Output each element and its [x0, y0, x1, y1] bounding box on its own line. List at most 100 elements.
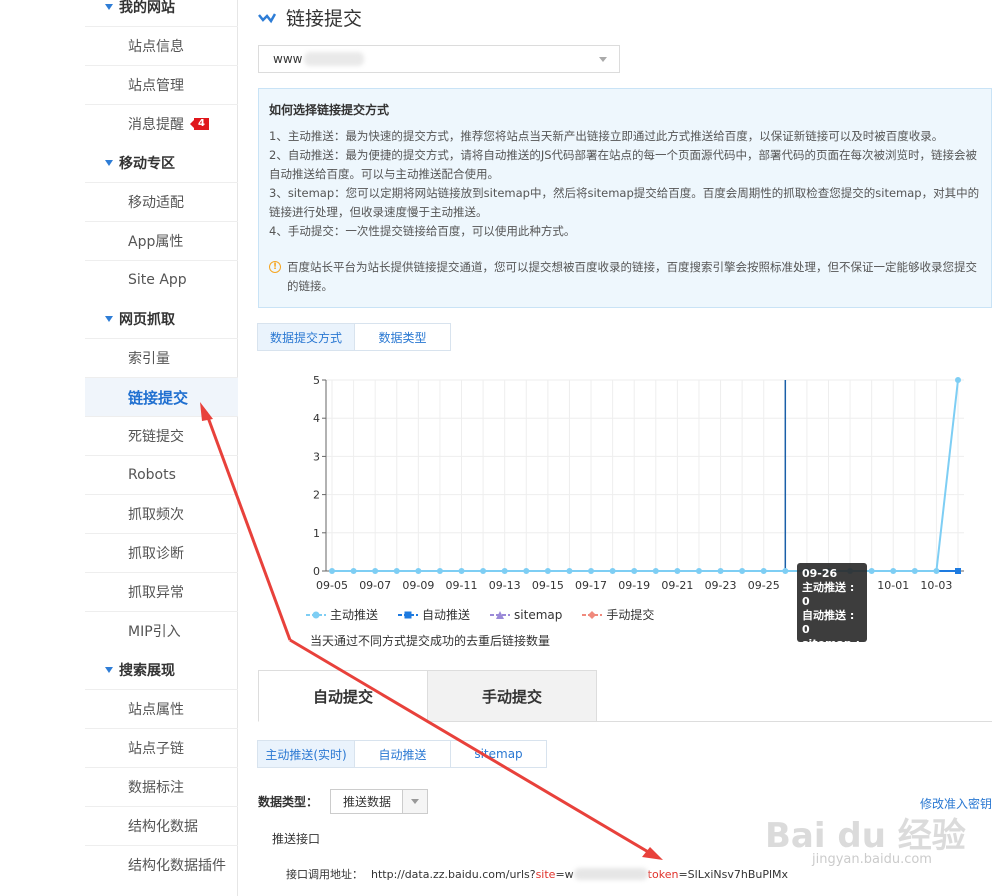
data-point: [652, 568, 659, 574]
info-box: 如何选择链接提交方式 1、主动推送：最为快速的提交方式，推荐您将站点当天新产出链…: [258, 88, 992, 308]
sidebar-item-label: 站点子链: [128, 741, 184, 757]
tab-auto-submit[interactable]: 自动提交: [258, 670, 428, 722]
sidebar-section-title: 我的网站: [119, 0, 175, 16]
sidebar-item[interactable]: 索引量: [85, 338, 238, 377]
sidebar-item-label: 结构化数据插件: [128, 858, 226, 874]
sidebar-item[interactable]: 站点信息: [85, 26, 238, 65]
sidebar-item[interactable]: 移动适配: [85, 182, 238, 221]
data-point: [911, 568, 918, 574]
data-point: [868, 568, 875, 574]
triangle-down-icon: [105, 315, 113, 322]
data-type-select[interactable]: 推送数据: [330, 789, 429, 814]
data-point: [415, 568, 422, 574]
sidebar-item[interactable]: Site App: [85, 260, 238, 299]
sidebar-item[interactable]: 消息提醒 4: [85, 104, 238, 143]
page-title-text: 链接提交: [286, 8, 363, 30]
data-point: [523, 568, 530, 574]
redacted-site: [304, 52, 365, 66]
redacted-url: [573, 868, 648, 880]
sidebar-item[interactable]: 抓取频次: [85, 494, 238, 533]
sidebar-item-label: MIP引入: [128, 624, 181, 640]
sidebar-item[interactable]: 链接提交: [85, 377, 238, 416]
sidebar-item-label: 链接提交: [128, 388, 189, 407]
info-line-3: 3、sitemap：您可以定期将网站链接放到sitemap中，然后将sitema…: [269, 186, 980, 219]
data-point: [955, 568, 961, 574]
sidebar-item-label: 站点属性: [128, 702, 184, 718]
data-point: [739, 568, 746, 574]
y-tick-label: 0: [313, 565, 320, 578]
tab-auto-push[interactable]: 自动推送: [354, 740, 451, 768]
sidebar-section-title: 网页抓取: [119, 311, 175, 328]
sidebar-item-label: 移动适配: [128, 195, 184, 211]
sidebar-item[interactable]: 站点子链: [85, 728, 238, 767]
sidebar-item[interactable]: 死链提交: [85, 416, 238, 455]
sidebar-item[interactable]: 结构化数据插件: [85, 845, 238, 884]
chart-mark-icon: [258, 12, 276, 23]
api-url-label: 接口调用地址：: [286, 868, 363, 881]
sidebar-item[interactable]: 抓取异常: [85, 572, 238, 611]
tab-submit-method[interactable]: 数据提交方式: [257, 323, 355, 351]
sidebar-section-0[interactable]: 我的网站: [85, 0, 238, 26]
data-point: [372, 568, 379, 574]
sidebar-item-label: 数据标注: [128, 780, 184, 796]
sidebar-item-label: 结构化数据: [128, 819, 198, 835]
info-notice: ! 百度站长平台为站长提供链接提交通道，您可以提交想被百度收录的链接，百度搜索引…: [269, 258, 981, 296]
y-tick-label: 5: [313, 374, 320, 387]
api-token-value: =SlLxiNsv7hBuPlMx: [678, 867, 789, 881]
sidebar-item[interactable]: App属性: [85, 221, 238, 260]
legend-item[interactable]: 主动推送: [306, 606, 378, 623]
data-point: [890, 568, 897, 574]
sidebar-item[interactable]: Robots: [85, 455, 238, 494]
x-tick-label: 09-15: [532, 579, 564, 592]
sidebar-item[interactable]: 结构化数据: [85, 806, 238, 845]
legend-item[interactable]: 自动推送: [398, 606, 470, 623]
chart-legend: 主动推送 自动推送 sitemap 手动提交: [306, 606, 674, 623]
info-line-2: 2、自动推送：最为便捷的提交方式，请将自动推送的JS代码部署在站点的每一个页面源…: [269, 148, 978, 181]
sidebar-item[interactable]: 数据标注: [85, 767, 238, 806]
tooltip-line-2: 自动推送 : 0: [802, 609, 855, 636]
sidebar-item[interactable]: 抓取诊断: [85, 533, 238, 572]
chevron-down-icon: [599, 57, 607, 62]
info-title: 如何选择链接提交方式: [269, 103, 390, 117]
sidebar-section-title: 移动专区: [119, 155, 175, 172]
site-select[interactable]: www: [258, 45, 620, 73]
sidebar-item[interactable]: MIP引入: [85, 611, 238, 650]
x-tick-label: 10-03: [920, 579, 952, 592]
data-point: [955, 377, 961, 383]
tab-data-type[interactable]: 数据类型: [354, 323, 451, 351]
baidu-watermark: Bai du 经验: [765, 816, 966, 856]
push-api-label: 推送接口: [272, 832, 321, 846]
x-tick-label: 09-07: [359, 579, 391, 592]
app-root: 我的网站站点信息 站点管理 消息提醒 4 移动专区移动适配 App属性 Site App 网页…: [0, 0, 1000, 896]
tab-manual-submit[interactable]: 手动提交: [427, 670, 597, 722]
tab-active-push[interactable]: 主动推送(实时): [257, 740, 355, 768]
legend-marker-icon: [490, 610, 511, 619]
sidebar-item-label: 抓取异常: [128, 585, 184, 601]
arrow-head-2: [642, 847, 663, 860]
sidebar-item-label: 索引量: [128, 351, 170, 367]
data-point: [350, 568, 357, 574]
chevron-down-icon: [402, 790, 428, 813]
data-point: [329, 568, 335, 574]
x-tick-label: 09-09: [402, 579, 434, 592]
chart-tabs: 数据提交方式 数据类型: [257, 323, 451, 351]
series-line: [332, 379, 959, 572]
sidebar-section-3[interactable]: 搜索展现: [85, 650, 238, 689]
legend-label: sitemap: [514, 607, 563, 622]
x-tick-label: 09-23: [705, 579, 737, 592]
legend-item[interactable]: 手动提交: [582, 606, 654, 623]
api-site-key: site: [535, 867, 556, 881]
sidebar-item[interactable]: 站点属性: [85, 689, 238, 728]
push-subtabs: 主动推送(实时) 自动推送 sitemap: [257, 740, 547, 768]
legend-label: 自动推送: [422, 608, 471, 622]
y-tick-label: 3: [313, 450, 320, 463]
legend-label: 主动推送: [330, 608, 379, 622]
site-select-value: www: [273, 52, 303, 66]
sidebar-section-1[interactable]: 移动专区: [85, 143, 238, 182]
triangle-down-icon: [105, 159, 113, 166]
legend-item[interactable]: sitemap: [490, 606, 562, 623]
sidebar-section-2[interactable]: 网页抓取: [85, 299, 238, 338]
page-title: 链接提交: [258, 4, 362, 31]
tab-sitemap[interactable]: sitemap: [450, 740, 547, 768]
sidebar-item[interactable]: 站点管理: [85, 65, 238, 104]
